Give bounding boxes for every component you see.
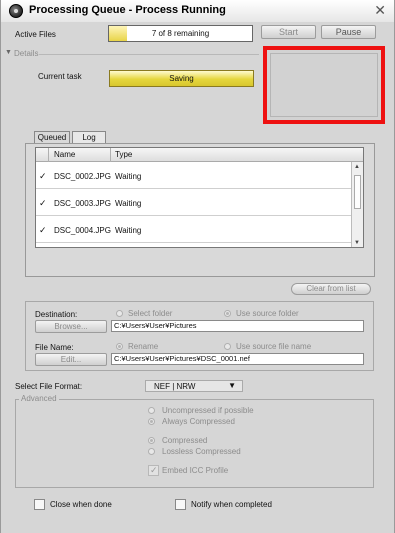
- file-format-value: NEF | NRW: [154, 382, 196, 391]
- lens-icon: [9, 4, 23, 18]
- row-checkbox[interactable]: ✓: [39, 171, 47, 182]
- uncompressed-label: Uncompressed if possible: [162, 406, 254, 415]
- window-title: Processing Queue - Process Running: [29, 4, 226, 16]
- active-files-progress: 7 of 8 remaining: [108, 25, 253, 42]
- advanced-label: Advanced: [19, 394, 59, 403]
- details-divider: [39, 54, 259, 55]
- scroll-up-icon[interactable]: ▲: [354, 164, 360, 170]
- close-when-done-checkbox[interactable]: [34, 499, 45, 510]
- current-task-value: Saving: [169, 74, 194, 83]
- progress-text: 7 of 8 remaining: [151, 29, 210, 38]
- title-bar[interactable]: Processing Queue - Process Running ✕: [1, 0, 394, 22]
- table-row[interactable]: ✓ DSC_0003.JPG Waiting: [36, 190, 352, 216]
- scroll-down-icon[interactable]: ▼: [354, 240, 360, 246]
- rename-radio[interactable]: [116, 343, 123, 350]
- file-name-label: File Name:: [35, 343, 74, 352]
- file-format-dropdown[interactable]: NEF | NRW ▼: [145, 380, 243, 392]
- checkmark-icon: ✓: [150, 465, 158, 475]
- start-button[interactable]: Start: [261, 25, 316, 39]
- row-name: DSC_0003.JPG: [54, 199, 111, 208]
- destination-path-field[interactable]: C:¥Users¥User¥Pictures: [111, 320, 364, 332]
- rename-label: Rename: [128, 342, 159, 351]
- destination-label: Destination:: [35, 310, 78, 319]
- use-source-file-name-label: Use source file name: [236, 342, 312, 351]
- select-file-format-label: Select File Format:: [15, 382, 83, 391]
- details-label[interactable]: Details: [14, 49, 38, 58]
- processing-queue-window: Processing Queue - Process Running ✕ Act…: [0, 0, 395, 533]
- current-task-bar: Saving: [109, 70, 254, 87]
- always-compressed-radio[interactable]: [148, 418, 155, 425]
- list-scrollbar[interactable]: ▲ ▼: [351, 162, 363, 247]
- notify-when-completed-label: Notify when completed: [191, 500, 272, 509]
- header-divider: [110, 148, 111, 162]
- compressed-radio[interactable]: [148, 437, 155, 444]
- lossless-compressed-label: Lossless Compressed: [162, 447, 241, 456]
- close-when-done-label: Close when done: [50, 500, 112, 509]
- always-compressed-label: Always Compressed: [162, 417, 235, 426]
- use-source-folder-radio[interactable]: [224, 310, 231, 317]
- lossless-compressed-radio[interactable]: [148, 448, 155, 455]
- use-source-folder-label: Use source folder: [236, 309, 299, 318]
- header-divider: [48, 148, 49, 162]
- select-folder-label: Select folder: [128, 309, 173, 318]
- embed-icc-checkbox[interactable]: ✓: [148, 465, 159, 476]
- column-type[interactable]: Type: [115, 150, 132, 159]
- embed-icc-label: Embed ICC Profile: [162, 466, 229, 475]
- clear-from-list-button[interactable]: Clear from list: [291, 283, 371, 295]
- queue-list[interactable]: Name Type ✓ DSC_0002.JPG Waiting ✓ DSC_0…: [35, 147, 364, 248]
- row-type: Waiting: [115, 172, 142, 181]
- notify-when-completed-checkbox[interactable]: [175, 499, 186, 510]
- row-type: Waiting: [115, 199, 142, 208]
- table-row[interactable]: ✓ DSC_0004.JPG Waiting: [36, 217, 352, 243]
- current-task-label: Current task: [38, 72, 82, 81]
- uncompressed-radio[interactable]: [148, 407, 155, 414]
- table-row[interactable]: ✓ DSC_0002.JPG Waiting: [36, 163, 352, 189]
- preview-thumbnail: [270, 53, 378, 117]
- column-name[interactable]: Name: [54, 150, 75, 159]
- use-source-file-name-radio[interactable]: [224, 343, 231, 350]
- compressed-label: Compressed: [162, 436, 208, 445]
- row-name: DSC_0004.JPG: [54, 226, 111, 235]
- list-header: Name Type: [36, 148, 363, 162]
- edit-button[interactable]: Edit...: [35, 353, 107, 366]
- browse-button[interactable]: Browse...: [35, 320, 107, 333]
- pause-button[interactable]: Pause: [321, 25, 376, 39]
- row-name: DSC_0002.JPG: [54, 172, 111, 181]
- file-name-path-field[interactable]: C:¥Users¥User¥Pictures¥DSC_0001.nef: [111, 353, 364, 365]
- chevron-down-icon: ▼: [228, 381, 236, 390]
- row-checkbox[interactable]: ✓: [39, 225, 47, 236]
- row-type: Waiting: [115, 226, 142, 235]
- preview-pane: [263, 46, 385, 124]
- select-folder-radio[interactable]: [116, 310, 123, 317]
- active-files-label: Active Files: [15, 30, 56, 39]
- close-icon[interactable]: ✕: [374, 3, 386, 17]
- row-checkbox[interactable]: ✓: [39, 198, 47, 209]
- scroll-thumb[interactable]: [354, 175, 361, 209]
- details-toggle-icon[interactable]: ▼: [5, 49, 12, 56]
